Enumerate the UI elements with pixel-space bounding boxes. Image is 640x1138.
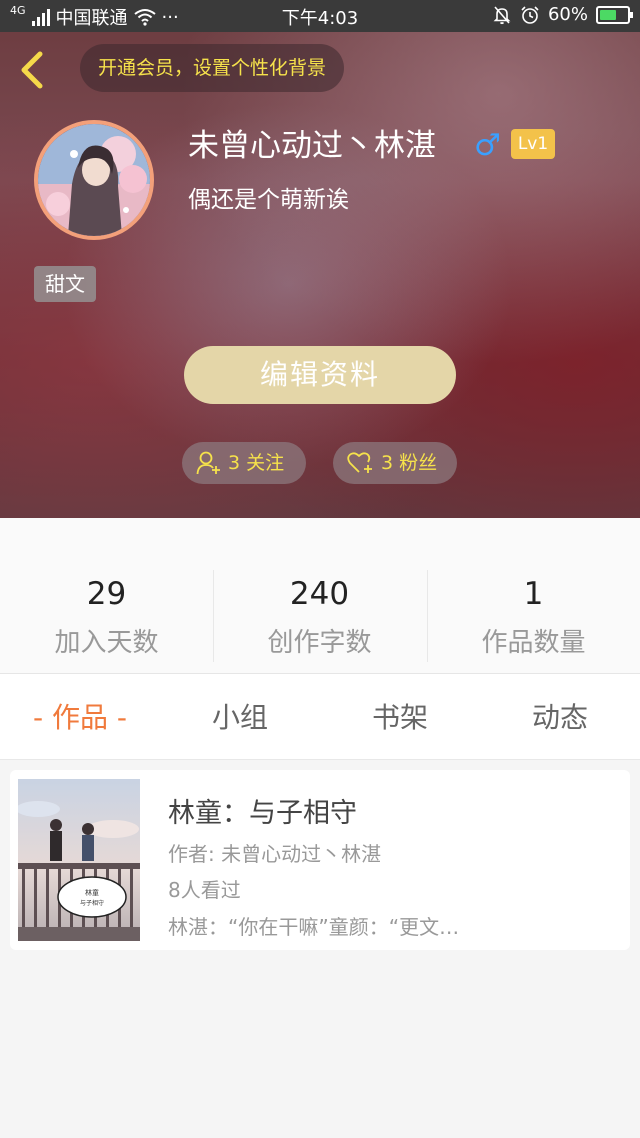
battery-icon <box>596 5 633 24</box>
stat-words-written: 240 创作字数 <box>213 518 426 674</box>
book-author: 作者: 未曾心动过丶林湛 <box>168 842 382 866</box>
battery-percent: 60% <box>547 4 588 25</box>
avatar-image <box>38 124 150 236</box>
tab-works[interactable]: - 作品 - <box>20 696 140 740</box>
svg-text:与子相守: 与子相守 <box>80 899 104 907</box>
stats-panel: 29 加入天数 240 创作字数 1 作品数量 <box>0 518 640 674</box>
stat-works-count: 1 作品数量 <box>427 518 640 674</box>
alarm-icon <box>521 5 539 24</box>
profile-tabs: - 作品 - 小组 书架 动态 <box>0 674 640 760</box>
profile-header: 4G 中国联通 ··· 下午4:03 60% 开通会员，设置个性化背景 未曾心动… <box>0 0 640 518</box>
svg-text:林童: 林童 <box>85 888 99 897</box>
status-bar: 4G 中国联通 ··· 下午4:03 60% <box>0 0 640 32</box>
work-list-item[interactable]: 林童 与子相守 林童：与子相守 作者: 未曾心动过丶林湛 8人看过 林湛：“你在… <box>10 770 630 950</box>
edit-profile-button[interactable]: 编辑资料 <box>184 346 456 404</box>
genre-tag[interactable]: 甜文 <box>34 266 96 302</box>
fans-button[interactable]: 3 粉丝 <box>333 442 457 484</box>
male-icon: ♂ <box>474 128 501 163</box>
username: 未曾心动过丶林湛 <box>188 128 436 164</box>
tab-activity[interactable]: 动态 <box>510 696 610 740</box>
vip-background-prompt[interactable]: 开通会员，设置个性化背景 <box>80 44 345 92</box>
book-title: 林童：与子相守 <box>168 798 357 829</box>
back-button[interactable] <box>16 50 52 90</box>
stat-label: 加入天数 <box>54 628 159 658</box>
tab-groups[interactable]: 小组 <box>190 696 290 740</box>
chevron-left-icon <box>21 51 43 89</box>
stat-label: 创作字数 <box>267 628 372 658</box>
book-view-count: 8人看过 <box>168 878 241 902</box>
following-button[interactable]: 3 关注 <box>182 442 306 484</box>
following-count: 3 关注 <box>228 452 285 474</box>
add-user-icon <box>196 451 220 475</box>
stat-label: 作品数量 <box>481 628 586 658</box>
level-badge: Lv1 <box>511 129 555 159</box>
status-right: 60% <box>492 4 633 25</box>
book-excerpt: 林湛：“你在干嘛”童颜：“更文… <box>168 915 460 939</box>
stat-value: 240 <box>289 576 350 612</box>
mute-bell-icon <box>493 5 511 24</box>
stat-days-joined: 29 加入天数 <box>0 518 213 674</box>
book-cover: 林童 与子相守 <box>18 779 140 941</box>
heart-plus-icon <box>347 452 372 473</box>
user-bio: 偶还是个萌新诶 <box>188 187 349 213</box>
book-cover-image: 林童 与子相守 <box>18 779 140 941</box>
stat-value: 29 <box>86 576 127 612</box>
tab-bookshelf[interactable]: 书架 <box>350 696 450 740</box>
fans-count: 3 粉丝 <box>381 452 438 474</box>
avatar[interactable] <box>34 120 154 240</box>
stat-value: 1 <box>523 576 544 612</box>
